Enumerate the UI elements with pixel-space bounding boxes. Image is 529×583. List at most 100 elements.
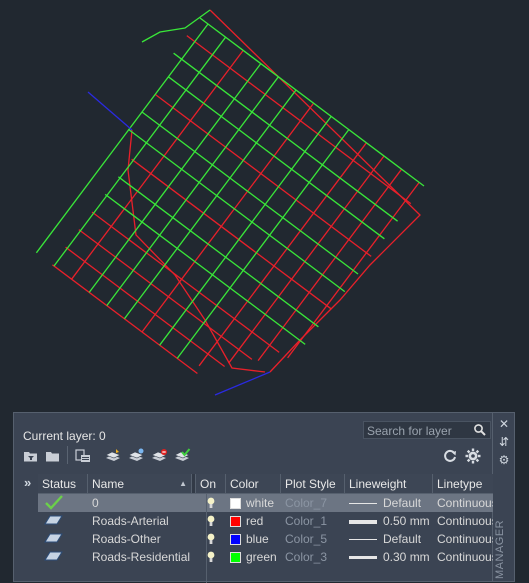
layer-on-bulb-icon[interactable] — [196, 548, 226, 566]
palette-side-strip: ✕ ⇵ ⚙ MANAGER — [493, 412, 515, 582]
lineweight-value: Default — [383, 496, 422, 510]
column-on[interactable]: On — [196, 474, 226, 494]
color-swatch — [230, 516, 241, 527]
current-layer-label: Current layer: 0 — [23, 429, 106, 443]
layer-on-bulb-icon[interactable] — [196, 512, 226, 530]
drawing-canvas[interactable] — [0, 0, 529, 412]
street-segment — [173, 52, 398, 222]
layer-plot-style[interactable]: Color_5 — [281, 530, 345, 548]
street-segment — [199, 17, 425, 187]
roads-other-lines — [87, 91, 271, 396]
column-plot-style[interactable]: Plot Style — [281, 474, 345, 494]
color-swatch — [230, 498, 241, 509]
layer-color[interactable]: red — [226, 512, 281, 530]
street-segment — [71, 50, 244, 280]
layer-linetype[interactable]: Continuous — [433, 530, 493, 548]
current-layer-check-icon[interactable] — [38, 494, 88, 512]
layer-states-manager-icon[interactable] — [74, 447, 92, 465]
layer-lineweight[interactable]: 0.50 mm — [345, 512, 433, 530]
street-segment — [141, 102, 315, 333]
roads-arterial-lines — [52, 9, 421, 375]
street-segment — [123, 89, 297, 320]
layer-plot-style[interactable]: Color_7 — [281, 494, 345, 512]
street-segment — [141, 9, 211, 43]
search-input[interactable] — [364, 422, 475, 439]
layer-properties-manager: Current layer: 0 Search for layer » Stat… — [13, 412, 493, 583]
expand-filters-icon[interactable]: » — [24, 475, 36, 490]
new-layer-vp-frozen-icon[interactable] — [127, 447, 145, 465]
sort-ascending-icon: ▲ — [179, 479, 187, 488]
table-row[interactable]: 0 white Color_7 Default Continuous — [38, 494, 493, 512]
refresh-icon[interactable] — [441, 447, 459, 465]
layer-on-bulb-icon[interactable] — [196, 530, 226, 548]
layer-lineweight[interactable]: 0.30 mm — [345, 548, 433, 566]
layer-name[interactable]: 0 — [88, 494, 192, 512]
layer-status-icon[interactable] — [38, 530, 88, 548]
layer-color[interactable]: green — [226, 548, 281, 566]
settings-icon[interactable] — [464, 447, 482, 465]
street-segment — [106, 76, 279, 306]
street-segment — [88, 63, 262, 293]
street-segment — [53, 36, 227, 267]
color-name: red — [246, 514, 264, 528]
layer-color[interactable]: white — [226, 494, 281, 512]
lineweight-value: Default — [383, 532, 422, 546]
table-row[interactable]: Roads-Other blue Color_5 Default Continuous — [38, 530, 493, 548]
new-layer-icon[interactable] — [104, 447, 122, 465]
layer-color[interactable]: blue — [226, 530, 281, 548]
street-segment — [65, 246, 225, 368]
street-segment — [168, 76, 385, 240]
layer-status-icon[interactable] — [38, 512, 88, 530]
street-segment — [159, 116, 332, 346]
roads-residential-lines — [35, 9, 425, 359]
close-icon[interactable]: ✕ — [497, 417, 511, 431]
layer-linetype[interactable]: Continuous — [433, 512, 493, 530]
layer-plot-style[interactable]: Color_1 — [281, 512, 345, 530]
street-segment — [209, 9, 421, 373]
new-group-filter-icon[interactable] — [44, 447, 62, 465]
color-name: green — [246, 550, 277, 564]
column-lineweight[interactable]: Lineweight — [345, 474, 433, 494]
pin-icon[interactable]: ⇵ — [497, 435, 511, 449]
column-linetype[interactable]: Linetype — [433, 474, 493, 494]
layer-on-bulb-icon[interactable] — [196, 494, 226, 512]
lineweight-sample — [349, 503, 377, 505]
layer-name[interactable]: Roads-Arterial — [88, 512, 192, 530]
street-segment — [141, 111, 359, 275]
column-color[interactable]: Color — [226, 474, 281, 494]
search-icon[interactable] — [473, 423, 487, 437]
lineweight-sample — [349, 539, 377, 541]
street-segment — [35, 23, 209, 254]
color-swatch — [230, 552, 241, 563]
layer-linetype[interactable]: Continuous — [433, 494, 493, 512]
delete-layer-icon[interactable] — [150, 447, 168, 465]
column-name-label: Name — [92, 477, 125, 491]
layer-plot-style[interactable]: Color_3 — [281, 548, 345, 566]
palette-title: MANAGER — [494, 519, 506, 579]
layer-lineweight[interactable]: Default — [345, 530, 433, 548]
layer-status-icon[interactable] — [38, 548, 88, 566]
properties-icon[interactable]: ⚙ — [497, 453, 511, 467]
street-segment — [186, 35, 412, 205]
set-current-icon[interactable] — [173, 447, 191, 465]
layer-name[interactable]: Roads-Other — [88, 530, 192, 548]
street-segment — [154, 93, 372, 257]
street-segment — [176, 129, 350, 359]
layer-lineweight[interactable]: Default — [345, 494, 433, 512]
layer-table: Status Name ▲ On Color Plot Style Linewe… — [38, 474, 493, 583]
color-name: blue — [246, 532, 269, 546]
column-name[interactable]: Name ▲ — [88, 474, 192, 494]
table-row[interactable]: Roads-Arterial red Color_1 0.50 mm Continuou… — [38, 512, 493, 530]
new-property-filter-icon[interactable] — [22, 447, 40, 465]
lineweight-sample — [349, 519, 377, 524]
color-name: white — [246, 496, 275, 510]
layer-linetype[interactable]: Continuous — [433, 548, 493, 566]
lineweight-value: 0.50 mm — [383, 514, 430, 528]
lineweight-sample — [349, 556, 377, 560]
table-row[interactable]: Roads-Residential green Color_3 0.30 mm Cont… — [38, 548, 493, 566]
layer-name[interactable]: Roads-Residential — [88, 548, 192, 566]
street-segment — [91, 211, 280, 353]
street-segment — [198, 142, 367, 367]
column-status[interactable]: Status — [38, 474, 88, 494]
search-box[interactable] — [363, 421, 491, 439]
